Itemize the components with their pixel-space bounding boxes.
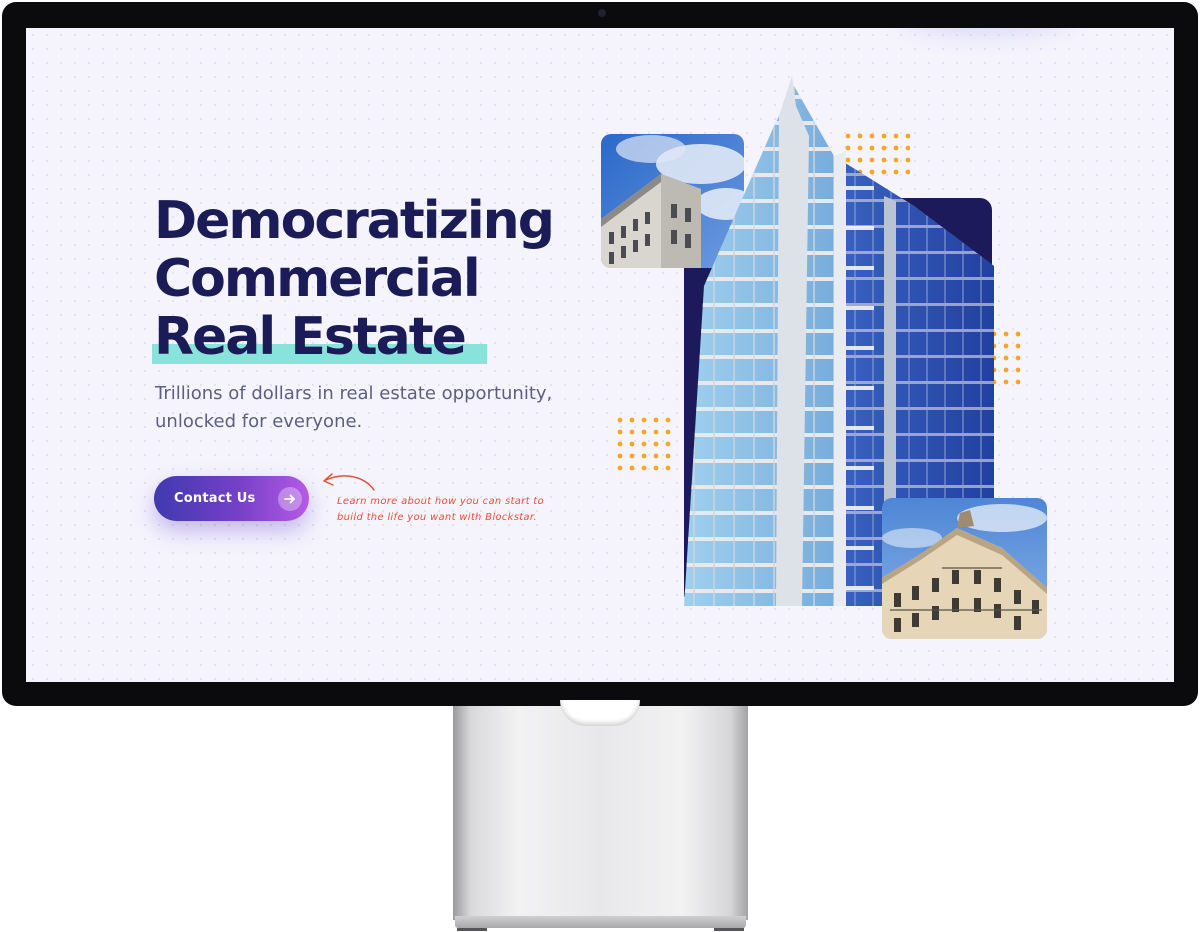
orange-dot — [641, 453, 647, 459]
note-line-1: Learn more about how you can start to — [337, 496, 544, 507]
orange-dot — [653, 441, 659, 447]
orange-dot — [665, 465, 671, 471]
note-line-2: build the life you want with Blockstar. — [337, 512, 537, 523]
orange-dot — [641, 417, 647, 423]
orange-dot — [641, 441, 647, 447]
orange-dot — [1015, 331, 1021, 337]
orange-dot — [1015, 379, 1021, 385]
orange-dot — [617, 465, 623, 471]
monitor-stand — [453, 706, 748, 920]
stand-base — [455, 916, 746, 928]
orange-dot — [665, 453, 671, 459]
hero-title-line-2: Commercial — [154, 249, 481, 309]
orange-dot — [665, 429, 671, 435]
orange-dot — [1003, 331, 1009, 337]
orange-dot — [629, 453, 635, 459]
screen-glow — [896, 28, 1076, 38]
orange-dot — [1015, 355, 1021, 361]
orange-dot — [617, 453, 623, 459]
monitor-frame: Democratizing Commercial Real Estate Tri… — [2, 2, 1198, 706]
orange-dot — [629, 429, 635, 435]
orange-dot — [653, 465, 659, 471]
contact-us-label: Contact Us — [174, 491, 256, 506]
orange-dot — [641, 465, 647, 471]
parisian-building-photo — [882, 498, 1047, 639]
orange-dot — [617, 441, 623, 447]
orange-dots-right — [991, 331, 1021, 385]
contact-us-button[interactable]: Contact Us — [154, 476, 309, 521]
orange-dot — [1003, 367, 1009, 373]
orange-dot — [665, 417, 671, 423]
orange-dot — [1003, 379, 1009, 385]
orange-dot — [1003, 355, 1009, 361]
orange-dot — [653, 453, 659, 459]
orange-dots-left — [617, 417, 671, 471]
arrow-right-icon — [278, 487, 302, 511]
orange-dot — [653, 429, 659, 435]
orange-dot — [653, 417, 659, 423]
camera-dot — [598, 9, 606, 17]
hero-subtitle-line-2: unlocked for everyone. — [155, 411, 363, 432]
orange-dot — [629, 441, 635, 447]
orange-dot — [1003, 343, 1009, 349]
orange-dot — [1015, 367, 1021, 373]
title-highlight: Real Estate — [152, 307, 487, 367]
orange-dot — [1015, 343, 1021, 349]
orange-dot — [617, 417, 623, 423]
hero-title-line-3: Real Estate — [152, 307, 614, 367]
orange-dot — [641, 429, 647, 435]
hero-subtitle: Trillions of dollars in real estate oppo… — [155, 380, 565, 436]
orange-dot — [629, 465, 635, 471]
orange-dot — [665, 441, 671, 447]
screen: Democratizing Commercial Real Estate Tri… — [26, 28, 1174, 682]
hero-title-line-3-text: Real Estate — [154, 307, 467, 367]
orange-dot — [617, 429, 623, 435]
stand-foot-right — [714, 928, 744, 931]
hero-title-line-1: Democratizing — [154, 191, 555, 251]
stand-foot-left — [457, 928, 487, 931]
orange-dot — [629, 417, 635, 423]
handwritten-note: Learn more about how you can start to bu… — [337, 494, 567, 526]
hero-title: Democratizing Commercial Real Estate — [152, 191, 614, 367]
hero-subtitle-line-1: Trillions of dollars in real estate oppo… — [155, 383, 553, 404]
